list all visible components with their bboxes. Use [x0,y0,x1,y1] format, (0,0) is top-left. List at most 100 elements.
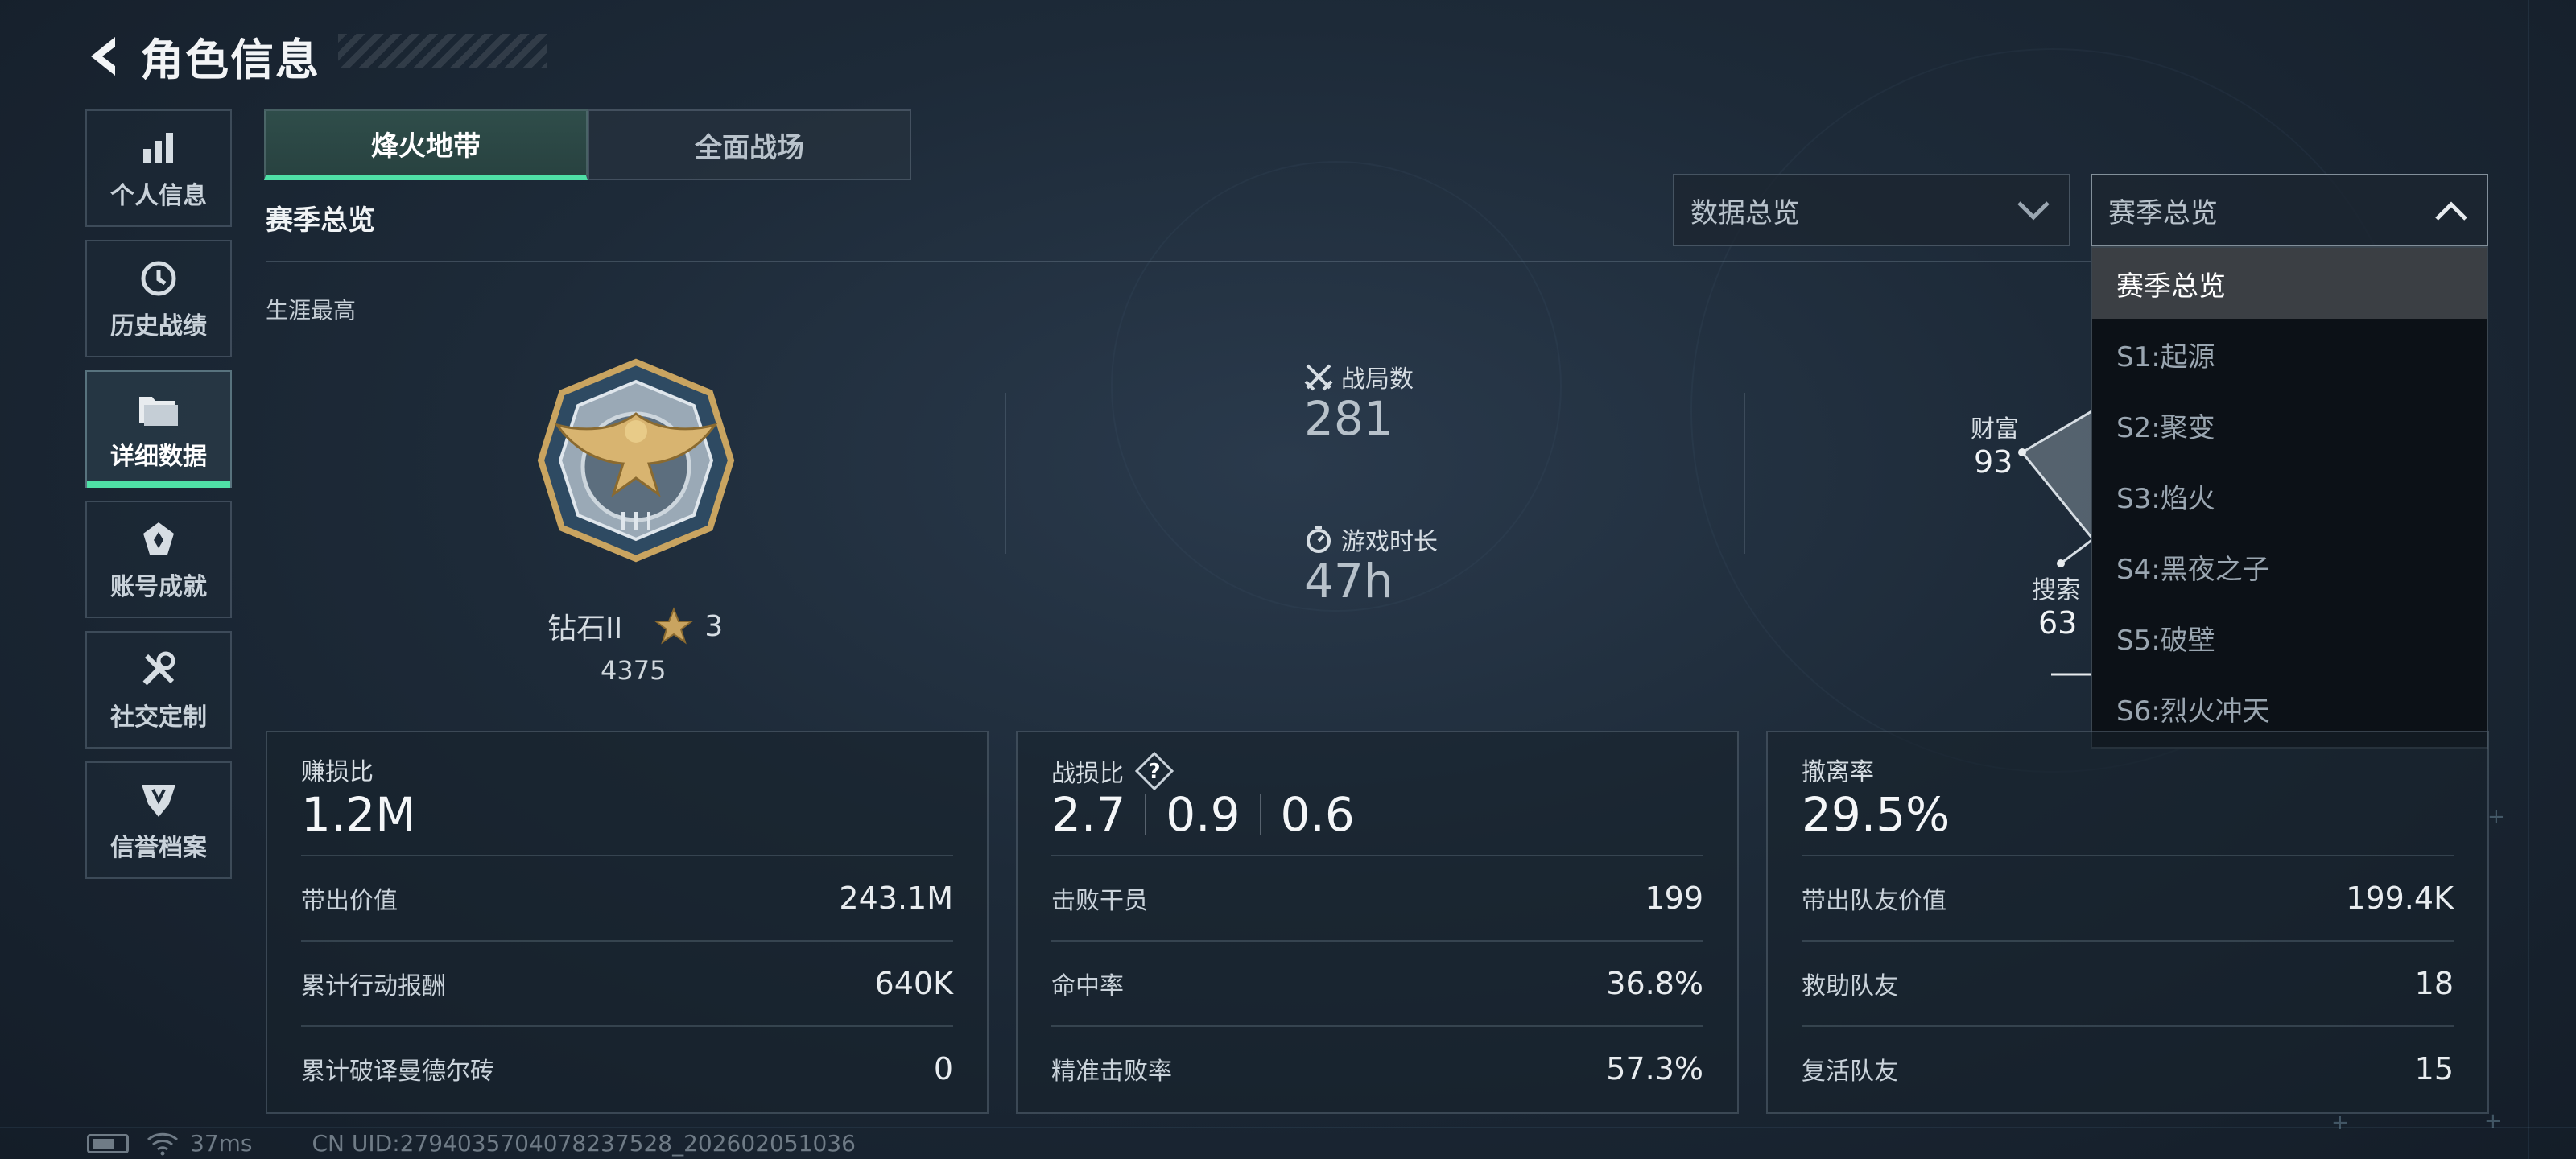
row-value: 199 [1645,881,1703,916]
sidebar-item-label: 账号成就 [110,573,207,601]
list-item: 击败干员 199 [1051,855,1703,940]
divider [1005,393,1006,554]
kd-value: 2.7 [1051,787,1126,842]
background-cross-icon: + [2487,805,2505,829]
rank-score: 4375 [601,655,667,686]
season-option[interactable]: 赛季总览 [2092,248,2487,319]
card-title: 赚损比 [301,758,374,786]
section-title: 赛季总览 [266,204,375,237]
extraction-card: 撤离率 29.5% 带出队友价值 199.4K 救助队友 18 复活队友 15 [1766,731,2489,1114]
list-item: 精准击败率 57.3% [1051,1025,1703,1111]
row-value: 0 [933,1051,953,1087]
season-option[interactable]: S1:起源 [2092,319,2487,390]
sidebar-item-label: 社交定制 [110,703,207,732]
sidebar: 个人信息 历史战绩 详细数据 账号成就 社交定制 信誉档案 [85,109,232,892]
tab-hazard-zone[interactable]: 烽火地带 [264,109,588,180]
help-icon[interactable]: ? [1135,752,1174,790]
card-title: 撤离率 [1802,758,1874,786]
radar-label-search: 搜索 [2032,576,2080,604]
background-grid-line [2528,0,2529,1159]
background-grid-line [0,1127,2576,1128]
row-label: 累计行动报酬 [301,972,446,1000]
list-item: 带出队友价值 199.4K [1802,855,2454,940]
divider [1744,393,1745,554]
sidebar-item-label: 详细数据 [110,443,207,471]
season-option[interactable]: S3:焰火 [2092,460,2487,531]
wifi-icon [147,1132,179,1155]
season-option[interactable]: S2:聚变 [2092,390,2487,460]
season-select[interactable]: 赛季总览 [2091,174,2488,246]
background-cross-icon: + [2331,1111,2349,1135]
row-label: 精准击败率 [1051,1058,1172,1086]
uid-text: CN UID:2794035704078237528_202602051036 [312,1130,856,1157]
radar-value-wealth: 93 [1974,444,2013,480]
card-title-text: 战损比 [1051,760,1124,788]
playtime-label: 游戏时长 [1304,522,1438,557]
sidebar-item-achievements[interactable]: 账号成就 [85,501,232,618]
tab-full-battlefield[interactable]: 全面战场 [588,109,911,180]
card-title: 战损比 ? [1051,752,1174,790]
row-value: 57.3% [1606,1051,1703,1087]
shield-emblem-icon [136,777,181,823]
playtime-label-text: 游戏时长 [1341,528,1438,556]
wrench-icon [136,647,181,692]
achievement-icon [136,517,181,562]
row-value: 15 [2414,1051,2454,1087]
history-clock-icon [136,256,181,301]
matches-label: 战局数 [1304,359,1414,394]
rank-name: 钻石II [547,612,623,645]
divider [266,261,2093,262]
playtime-value: 47h [1304,554,1393,608]
radar-chart: 财富 93 搜索 63 [1964,394,2093,684]
data-type-select[interactable]: 数据总览 [1673,174,2070,246]
season-option[interactable]: S5:破壁 [2092,602,2487,673]
bar-chart-icon [136,126,181,171]
list-item: 带出价值 243.1M [301,855,953,940]
mode-tabs: 烽火地带 全面战场 [264,109,911,180]
sidebar-item-social[interactable]: 社交定制 [85,631,232,749]
combat-card: 战损比 ? 2.7 0.9 0.6 击败干员 199 命中率 36.8% 精准击… [1016,731,1739,1114]
season-dropdown: 赛季总览 S1:起源 S2:聚变 S3:焰火 S4:黑夜之子 S5:破壁 S6:… [2091,246,2488,749]
row-value: 18 [2414,966,2454,1001]
matches-label-text: 战局数 [1341,365,1414,394]
crossed-swords-icon [1304,364,1333,391]
career-label: 生涯最高 [266,297,357,324]
row-label: 累计破译曼德尔砖 [301,1058,494,1086]
page-title: 角色信息 [140,35,320,85]
page-header: 角色信息 [80,24,320,88]
sidebar-item-label: 个人信息 [110,182,207,210]
row-label: 救助队友 [1802,972,1898,1000]
sidebar-item-reputation[interactable]: 信誉档案 [85,761,232,879]
rank-medal-icon [537,358,735,563]
value-separator [1259,794,1261,835]
card-main-value: 2.7 0.9 0.6 [1051,787,1355,842]
rank-stars: 3 [704,609,724,643]
data-type-select-value: 数据总览 [1690,196,1800,229]
star-icon [654,607,694,645]
matches-value: 281 [1304,391,1393,446]
season-option[interactable]: S4:黑夜之子 [2092,531,2487,602]
kd-value: 0.9 [1166,787,1241,842]
ping-text: 37ms [190,1130,253,1157]
back-arrow-icon[interactable] [80,28,126,85]
card-main-value: 1.2M [301,787,416,842]
season-select-value: 赛季总览 [2108,196,2218,229]
sidebar-item-detailed-data[interactable]: 详细数据 [85,370,232,488]
list-item: 复活队友 15 [1802,1025,2454,1111]
sidebar-item-personal-info[interactable]: 个人信息 [85,109,232,227]
folder-icon [136,386,181,431]
chevron-up-icon [2435,201,2467,221]
sidebar-item-label: 信誉档案 [110,834,207,862]
row-label: 击败干员 [1051,887,1148,915]
radar-label-wealth: 财富 [1971,415,2019,443]
radar-value-search: 63 [2038,605,2078,641]
sidebar-item-label: 历史战绩 [110,312,207,340]
list-item: 救助队友 18 [1802,940,2454,1025]
list-item: 命中率 36.8% [1051,940,1703,1025]
row-label: 带出价值 [301,887,398,915]
stopwatch-icon [1307,526,1331,553]
profit-card: 赚损比 1.2M 带出价值 243.1M 累计行动报酬 640K 累计破译曼德尔… [266,731,989,1114]
sidebar-item-history[interactable]: 历史战绩 [85,240,232,357]
chevron-down-icon [2017,201,2050,221]
row-label: 复活队友 [1802,1058,1898,1086]
